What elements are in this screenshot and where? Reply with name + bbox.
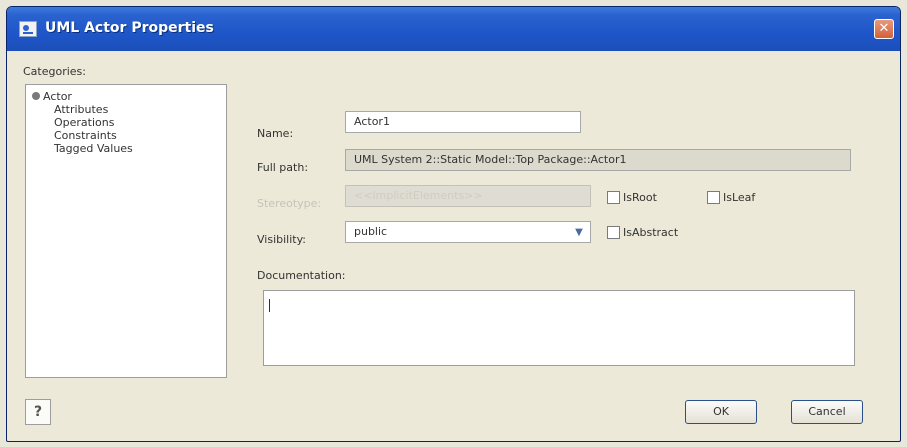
tree-item-constraints[interactable]: Constraints: [54, 130, 117, 142]
name-label: Name:: [257, 127, 294, 140]
isabstract-checkbox[interactable]: [607, 226, 620, 239]
isleaf-checkbox[interactable]: [707, 191, 720, 204]
tree-item-tagged-values[interactable]: Tagged Values: [54, 143, 133, 155]
full-path-label: Full path:: [257, 161, 309, 174]
documentation-label: Documentation:: [257, 269, 346, 282]
uml-actor-properties-dialog: UML Actor Properties ✕ Categories: Actor…: [6, 6, 901, 442]
stereotype-label: Stereotype:: [257, 197, 322, 210]
visibility-value: public: [354, 225, 388, 238]
actor-icon: [32, 92, 40, 100]
isroot-checkbox[interactable]: [607, 191, 620, 204]
visibility-select[interactable]: public ▼: [345, 221, 591, 243]
categories-label: Categories:: [23, 65, 86, 78]
tree-item-actor[interactable]: Actor: [32, 91, 72, 103]
name-field[interactable]: Actor1: [345, 111, 581, 133]
window-title: UML Actor Properties: [45, 20, 214, 36]
title-bar[interactable]: UML Actor Properties ✕: [7, 7, 900, 51]
full-path-field: UML System 2::Static Model::Top Package:…: [345, 149, 851, 171]
help-icon: ?: [33, 404, 43, 420]
categories-tree: Actor Attributes Operations Constraints …: [25, 84, 227, 378]
dialog-icon: [19, 21, 37, 37]
chevron-down-icon[interactable]: ▼: [572, 226, 586, 240]
stereotype-field: <<ImplicitElements>>: [345, 185, 591, 207]
text-caret: [269, 299, 270, 312]
visibility-label: Visibility:: [257, 233, 307, 246]
isleaf-label: IsLeaf: [723, 191, 756, 204]
cancel-button[interactable]: Cancel: [791, 400, 863, 424]
tree-item-actor-label: Actor: [43, 90, 72, 103]
documentation-textarea[interactable]: [263, 290, 855, 366]
ok-button[interactable]: OK: [685, 400, 757, 424]
help-button[interactable]: ?: [25, 399, 51, 425]
isabstract-label: IsAbstract: [623, 226, 679, 239]
tree-item-operations[interactable]: Operations: [54, 117, 114, 129]
isroot-label: IsRoot: [623, 191, 657, 204]
tree-item-attributes[interactable]: Attributes: [54, 104, 108, 116]
close-button[interactable]: ✕: [874, 19, 894, 39]
